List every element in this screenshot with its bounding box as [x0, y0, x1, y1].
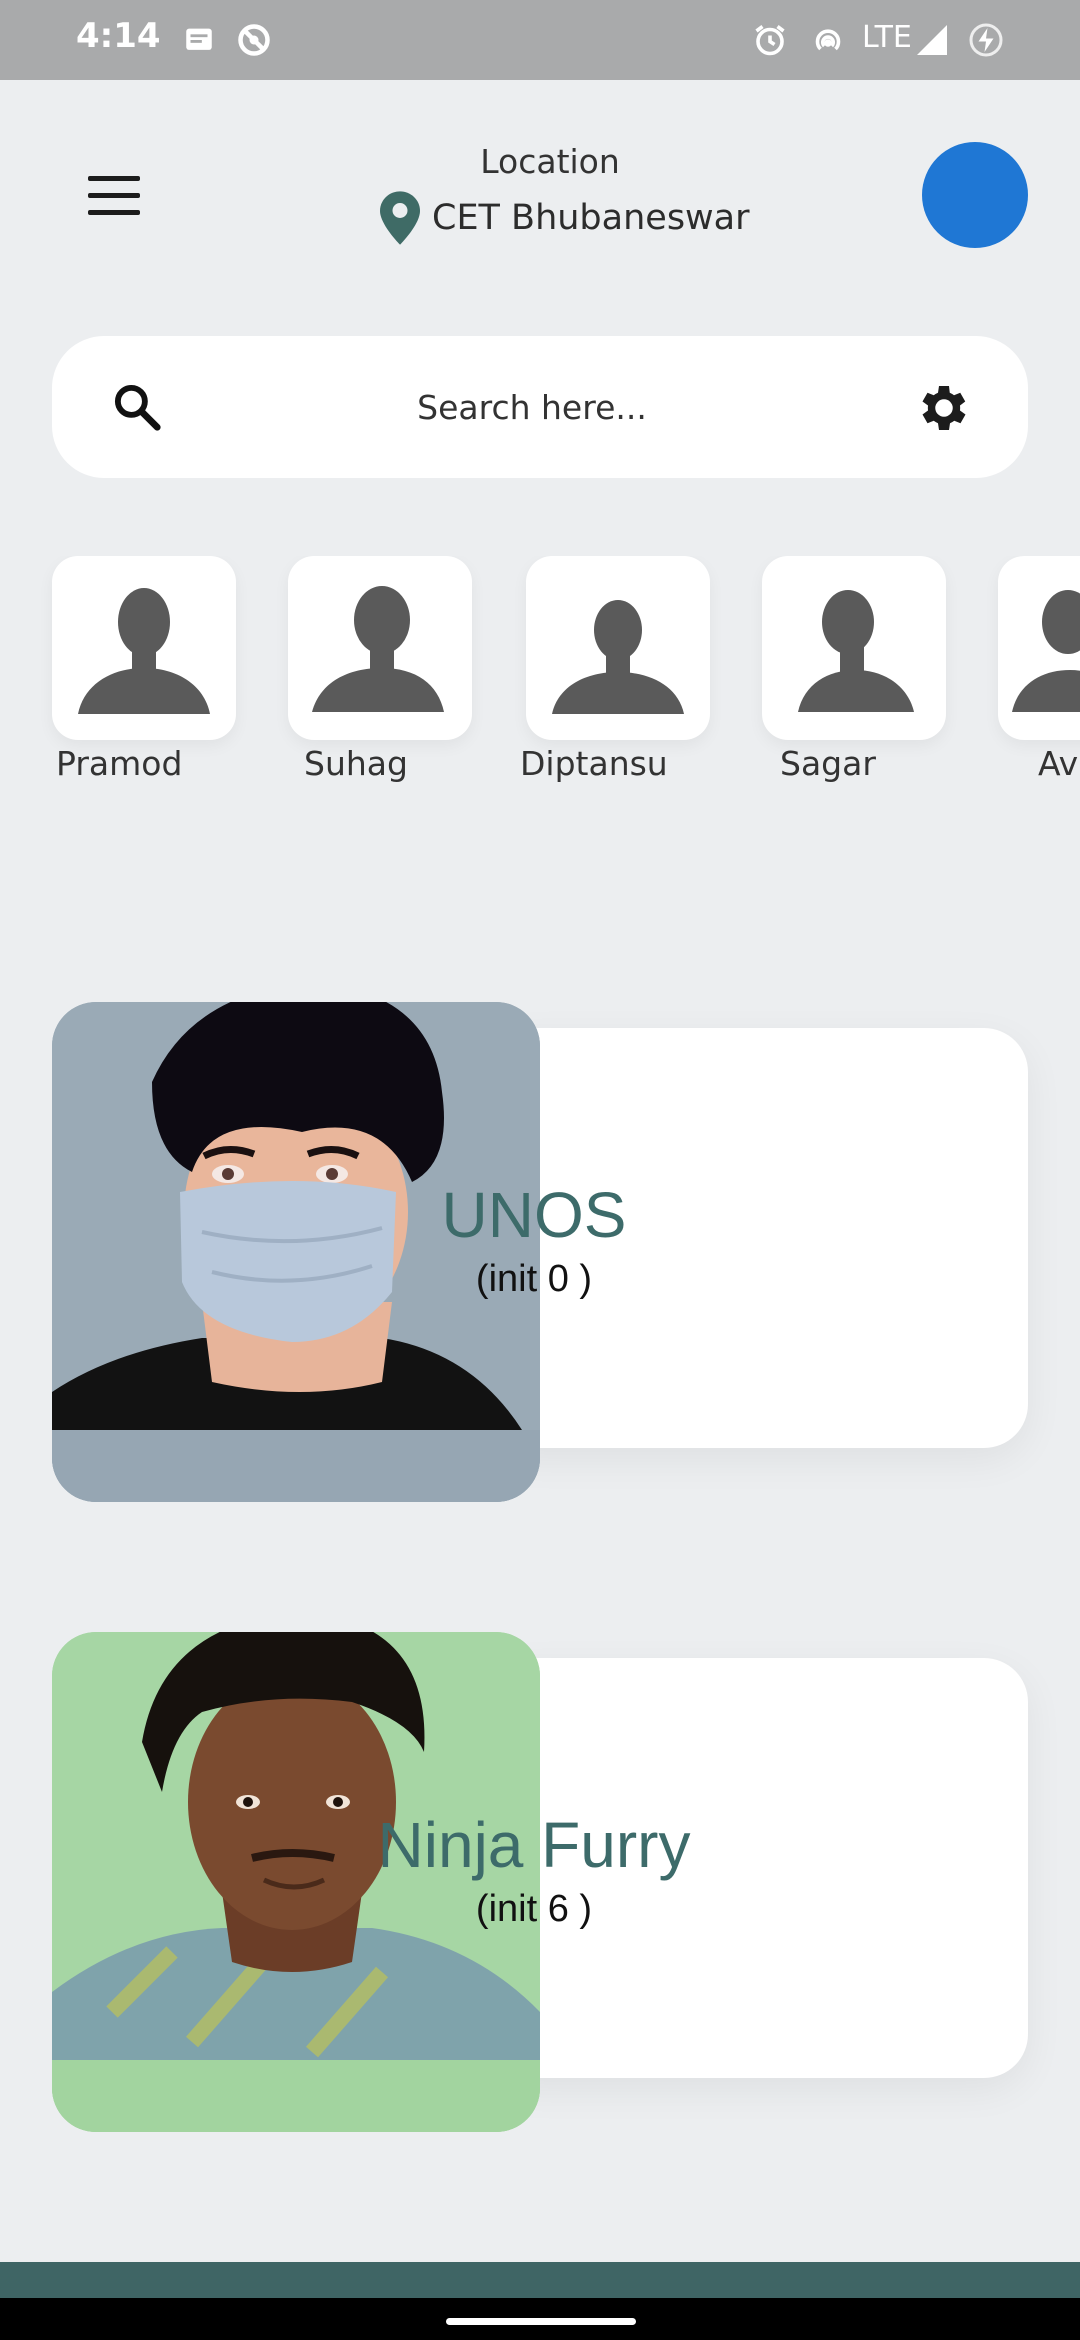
- status-bar: 4:14 LTE: [0, 0, 1080, 80]
- network-type: LTE: [862, 20, 912, 55]
- card-subtitle: (init 6 ): [475, 1888, 593, 1930]
- contact-item[interactable]: Suhag: [288, 556, 472, 783]
- contact-name: Av: [1038, 744, 1079, 783]
- person-photo: [52, 1632, 540, 2132]
- message-icon: [186, 28, 212, 50]
- alarm-icon: [755, 25, 785, 56]
- do-not-disturb-icon: [238, 24, 270, 56]
- card-photo: [52, 1002, 540, 1502]
- contacts-row: Pramod Suhag Diptansu Sagar Av: [0, 556, 1080, 796]
- contact-item[interactable]: Av: [998, 556, 1080, 783]
- signal-icon: [917, 25, 947, 55]
- person-silhouette-icon: [1012, 590, 1080, 712]
- contact-name: Sagar: [780, 744, 876, 783]
- location-label: Location: [480, 142, 620, 181]
- gear-icon[interactable]: [914, 378, 974, 438]
- hotspot-icon: [815, 29, 841, 51]
- contact-item[interactable]: Sagar: [762, 556, 946, 783]
- contact-avatar[interactable]: [998, 556, 1080, 740]
- contact-name: Suhag: [304, 744, 408, 783]
- contact-avatar[interactable]: [762, 556, 946, 740]
- location-name: CET Bhubaneswar: [432, 198, 750, 238]
- person-silhouette-icon: [798, 590, 914, 712]
- contact-avatar[interactable]: [526, 556, 710, 740]
- search-bar[interactable]: [52, 336, 1028, 478]
- map-pin-icon: [380, 191, 420, 245]
- profile-card[interactable]: Ninja Furry (init 6 ): [52, 1570, 1028, 2132]
- search-input[interactable]: [252, 376, 812, 438]
- contact-name: Diptansu: [520, 744, 668, 783]
- masked-person-illustration: [52, 1002, 540, 1502]
- card-subtitle: (init 0 ): [475, 1258, 593, 1300]
- contact-name: Pramod: [56, 744, 183, 783]
- hamburger-menu-icon[interactable]: [88, 176, 140, 216]
- search-icon[interactable]: [110, 380, 164, 434]
- contact-avatar[interactable]: [288, 556, 472, 740]
- card-title: UNOS: [441, 1179, 627, 1251]
- status-time: 4:14: [76, 16, 161, 56]
- profile-card[interactable]: UNOS (init 0 ): [52, 940, 1028, 1502]
- person-silhouette-icon: [552, 600, 684, 714]
- home-gesture-handle[interactable]: [446, 2318, 636, 2325]
- contact-item[interactable]: Pramod: [52, 556, 236, 783]
- bottom-navigation-bar[interactable]: [0, 2262, 1080, 2298]
- card-photo: [52, 1632, 540, 2132]
- person-silhouette-icon: [312, 586, 444, 712]
- location-selector[interactable]: CET Bhubaneswar: [380, 190, 750, 246]
- contact-item[interactable]: Diptansu: [520, 556, 710, 783]
- contact-avatar[interactable]: [52, 556, 236, 740]
- avatar[interactable]: [922, 142, 1028, 248]
- person-silhouette-icon: [78, 588, 210, 714]
- battery-charging-icon: [969, 23, 1003, 57]
- card-title: Ninja Furry: [377, 1809, 691, 1881]
